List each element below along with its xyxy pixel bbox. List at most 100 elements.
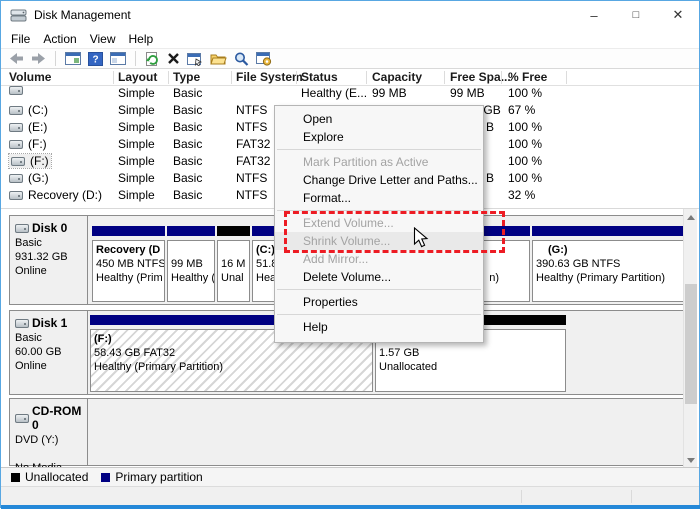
- close-icon: ✕: [673, 7, 684, 23]
- disk0-type: Basic: [15, 236, 83, 250]
- maximize-button[interactable]: □: [615, 1, 657, 29]
- type-cell: Basic: [173, 188, 202, 202]
- partition-size: 16 M: [221, 257, 246, 271]
- unallocated-legend-label: Unallocated: [25, 470, 88, 484]
- partition-system[interactable]: 99 MB Healthy (: [167, 226, 215, 302]
- manage-icon[interactable]: [256, 52, 272, 66]
- partition-title: [221, 243, 246, 257]
- volume-name: (F:): [30, 154, 49, 168]
- volume-icon: [9, 191, 23, 200]
- menu-item-delete-volume[interactable]: Delete Volume...: [275, 268, 483, 286]
- disk-icon: [15, 224, 29, 233]
- capacity-cell: 99 MB: [372, 86, 407, 100]
- menu-separator: [277, 314, 481, 315]
- toolbar-separator: [135, 51, 136, 66]
- fs-cell: NTFS: [236, 188, 267, 202]
- help-icon[interactable]: ?: [88, 52, 103, 66]
- col-volume[interactable]: Volume: [9, 70, 51, 84]
- column-separator[interactable]: [566, 71, 567, 84]
- legend-bar: Unallocated Primary partition: [1, 467, 699, 486]
- fs-cell: FAT32: [236, 154, 270, 168]
- window-bottom-border: [1, 505, 700, 509]
- partition-status: Healthy (Prim: [96, 271, 161, 285]
- menu-item-format[interactable]: Format...: [275, 189, 483, 207]
- cdrom-drive-letter: DVD (Y:): [15, 433, 83, 447]
- column-separator[interactable]: [444, 71, 445, 84]
- scrollbar-thumb[interactable]: [685, 284, 697, 404]
- mouse-cursor: [413, 227, 429, 249]
- fs-cell: NTFS: [236, 120, 267, 134]
- volume-name: (C:): [28, 103, 48, 117]
- unallocated-stripe: [217, 226, 250, 236]
- menu-item-explore[interactable]: Explore: [275, 128, 483, 146]
- disk1-type: Basic: [15, 331, 83, 345]
- console-window-icon[interactable]: [65, 52, 81, 65]
- col-capacity[interactable]: Capacity: [372, 70, 422, 84]
- primary-partition-legend-label: Primary partition: [115, 470, 202, 484]
- volume-icon: [11, 157, 25, 166]
- layout-cell: Simple: [118, 188, 155, 202]
- menu-bar: File Action View Help: [1, 29, 699, 48]
- scroll-up-button[interactable]: [684, 209, 698, 225]
- scroll-down-button[interactable]: [684, 452, 698, 468]
- col-layout[interactable]: Layout: [118, 70, 157, 84]
- scroll-down-icon: [687, 458, 695, 463]
- partition-size: 390.63 GB NTFS: [536, 257, 680, 271]
- back-icon[interactable]: [9, 52, 24, 65]
- close-button[interactable]: ✕: [657, 1, 699, 29]
- pct-free-cell: 100 %: [508, 171, 542, 185]
- menu-action[interactable]: Action: [43, 32, 85, 46]
- menu-file[interactable]: File: [11, 32, 39, 46]
- action-pane-icon[interactable]: [110, 52, 126, 65]
- col-file-system[interactable]: File System: [236, 70, 303, 84]
- menu-item-help[interactable]: Help: [275, 318, 483, 336]
- menu-item-open[interactable]: Open: [275, 110, 483, 128]
- partition-g[interactable]: (G:) 390.63 GB NTFS Healthy (Primary Par…: [532, 226, 684, 302]
- menu-help[interactable]: Help: [129, 32, 163, 46]
- menu-item-properties[interactable]: Properties: [275, 293, 483, 311]
- disk-management-icon: [10, 8, 27, 22]
- table-row[interactable]: Simple Basic Healthy (E... 99 MB 99 MB 1…: [1, 84, 699, 101]
- layout-cell: Simple: [118, 154, 155, 168]
- column-separator[interactable]: [366, 71, 367, 84]
- col-pct-free[interactable]: % Free: [508, 70, 547, 84]
- col-type[interactable]: Type: [173, 70, 200, 84]
- menu-view[interactable]: View: [90, 32, 125, 46]
- disk1-size: 60.00 GB: [15, 345, 83, 359]
- column-separator[interactable]: [168, 71, 169, 84]
- minimize-button[interactable]: –: [573, 1, 615, 29]
- disk-icon: [15, 319, 29, 328]
- fs-cell: NTFS: [236, 103, 267, 117]
- volume-name: (E:): [28, 120, 47, 134]
- delete-icon[interactable]: [167, 52, 180, 65]
- type-cell: Basic: [173, 171, 202, 185]
- unallocated-legend-swatch: [11, 473, 20, 482]
- zoom-icon[interactable]: [234, 52, 249, 66]
- partition-unallocated-small[interactable]: 16 M Unal: [217, 226, 250, 302]
- partition-recovery[interactable]: Recovery (D 450 MB NTFS Healthy (Prim: [92, 226, 165, 302]
- open-folder-icon[interactable]: [210, 52, 227, 65]
- primary-partition-stripe: [532, 226, 684, 236]
- status-bar: [1, 486, 699, 505]
- scroll-up-icon: [687, 215, 695, 220]
- partition-title: (G:): [536, 243, 680, 257]
- disk1-name: Disk 1: [32, 316, 67, 330]
- menu-item-change-drive-letter[interactable]: Change Drive Letter and Paths...: [275, 171, 483, 189]
- column-separator[interactable]: [113, 71, 114, 84]
- column-separator[interactable]: [296, 71, 297, 84]
- status-cell: Healthy (E...: [301, 86, 367, 100]
- forward-icon[interactable]: [31, 52, 46, 65]
- pct-free-cell: 100 %: [508, 137, 542, 151]
- vertical-scrollbar[interactable]: [683, 209, 697, 468]
- cdrom-icon: [15, 414, 29, 423]
- disk0-label[interactable]: Disk 0 Basic 931.32 GB Online: [10, 216, 88, 304]
- column-separator[interactable]: [231, 71, 232, 84]
- col-status[interactable]: Status: [301, 70, 338, 84]
- properties-icon[interactable]: [187, 52, 203, 66]
- column-separator[interactable]: [501, 71, 502, 84]
- disk1-label[interactable]: Disk 1 Basic 60.00 GB Online: [10, 311, 88, 394]
- refresh-icon[interactable]: [145, 52, 160, 66]
- fs-cell: FAT32: [236, 137, 270, 151]
- cdrom-label[interactable]: CD-ROM 0 DVD (Y:) No Media: [10, 399, 88, 465]
- disk0-status: Online: [15, 264, 83, 278]
